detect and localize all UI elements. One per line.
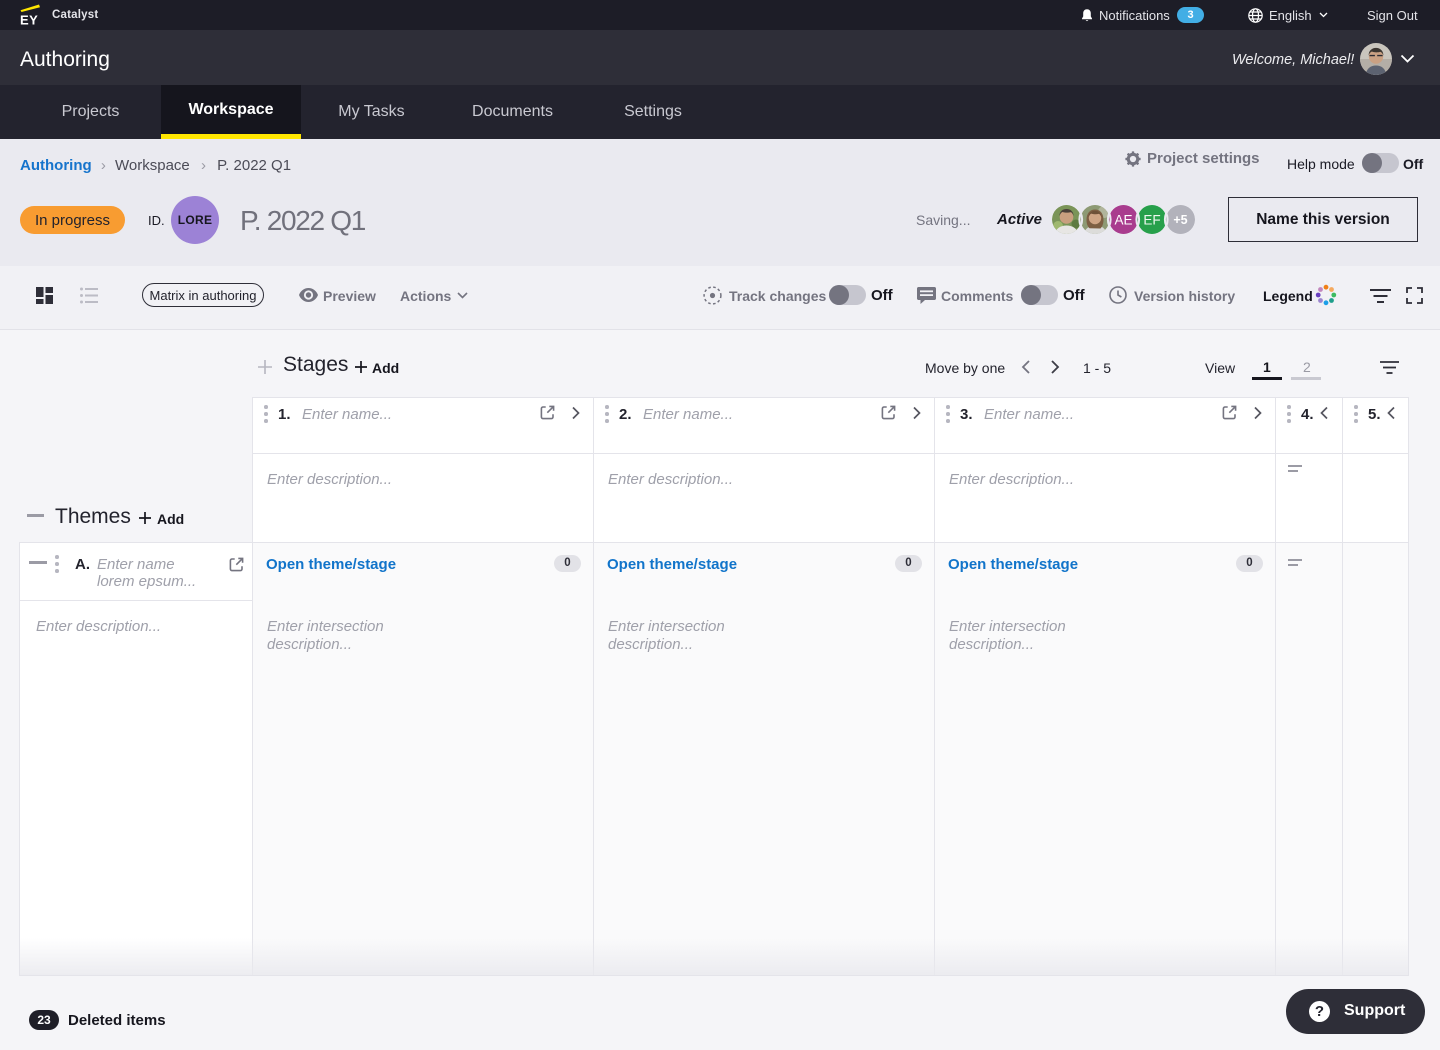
svg-text:EF: EF xyxy=(1143,213,1160,228)
svg-text:AE: AE xyxy=(1114,213,1132,228)
svg-text:+5: +5 xyxy=(1173,213,1187,227)
svg-text:EY: EY xyxy=(20,13,38,27)
